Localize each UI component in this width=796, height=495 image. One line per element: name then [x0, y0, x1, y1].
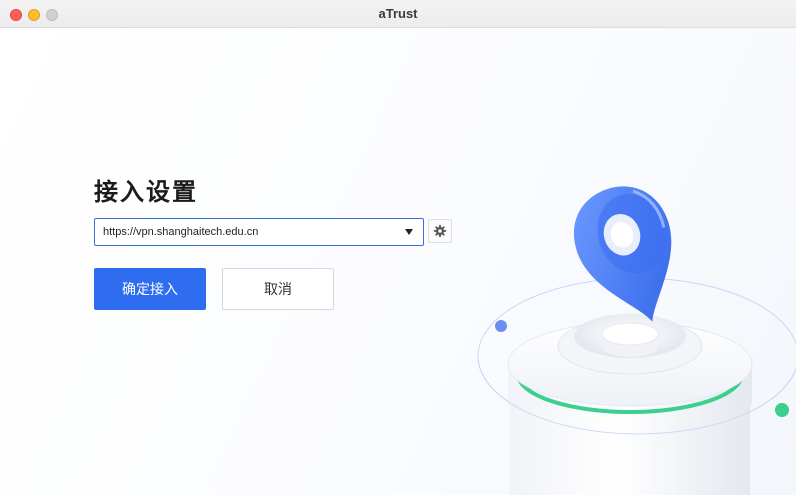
server-url-value: https://vpn.shanghaitech.edu.cn	[103, 226, 259, 238]
chevron-down-icon[interactable]	[405, 229, 413, 235]
gear-icon	[433, 224, 447, 238]
server-url-select[interactable]: https://vpn.shanghaitech.edu.cn	[94, 218, 424, 246]
vpn-illustration	[477, 186, 796, 495]
orbit-dot-blue	[495, 320, 507, 332]
settings-gear-button[interactable]	[428, 219, 452, 243]
window-title: aTrust	[378, 6, 418, 21]
cancel-button[interactable]: 取消	[222, 268, 334, 310]
location-pin-icon	[573, 186, 672, 322]
atrust-window: aTrust 接入设置 https://vpn.shanghaitech.edu…	[0, 0, 796, 495]
confirm-connect-button[interactable]: 确定接入	[94, 268, 206, 310]
main-content: 接入设置 https://vpn.shanghaitech.edu.cn 确定接…	[0, 28, 796, 495]
title-bar[interactable]: aTrust	[0, 0, 796, 28]
orbit-dot-green	[775, 403, 789, 417]
page-title: 接入设置	[94, 178, 198, 206]
